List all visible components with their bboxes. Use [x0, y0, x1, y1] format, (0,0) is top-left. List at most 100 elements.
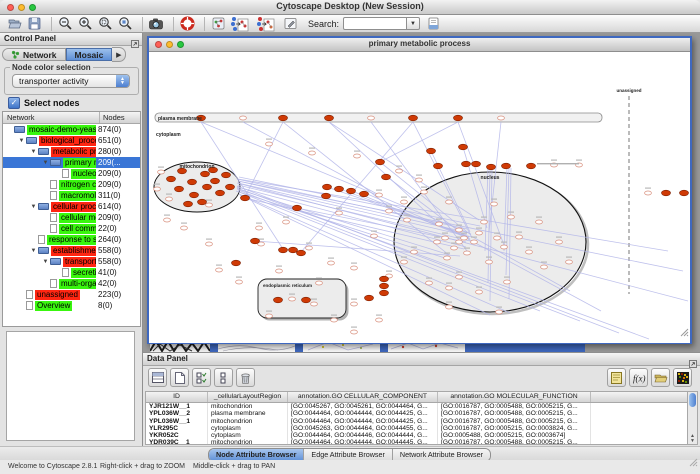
- annotation-edit-icon[interactable]: [282, 16, 298, 32]
- table-cell[interactable]: [GO:0016787, GO:0005488, GO:0005215, G..…: [438, 439, 591, 445]
- table-cell[interactable]: [GO:0016787, GO:0005488, GO:0005215, G..…: [438, 403, 591, 410]
- tab-network[interactable]: Network: [2, 48, 66, 61]
- table-cell[interactable]: YPL036W__2: [146, 410, 208, 417]
- table-cell[interactable]: mitochondrion: [208, 418, 288, 425]
- network-node-colored[interactable]: [335, 186, 344, 192]
- zoom-fit-icon[interactable]: [117, 16, 133, 32]
- network-node[interactable]: [266, 314, 273, 318]
- tree-row-nucleobase-[interactable]: nucleobase-209(0): [3, 168, 140, 179]
- table-cell[interactable]: [GO:0016787, GO:0005215, GO:0003824, G..…: [438, 425, 591, 432]
- table-cell[interactable]: [GO:0044464, GO:0044446, GO:0044444, G..…: [288, 432, 438, 439]
- network-node[interactable]: [442, 236, 449, 240]
- table-cell[interactable]: [GO:0016787, GO:0005488, GO:0005215, G..…: [438, 410, 591, 417]
- network-node-colored[interactable]: [662, 190, 671, 196]
- network-node[interactable]: [508, 215, 515, 219]
- network-node-colored[interactable]: [365, 295, 374, 301]
- network-window-titlebar[interactable]: primary metabolic process: [149, 38, 690, 52]
- network-edge[interactable]: [380, 122, 458, 162]
- network-node[interactable]: [336, 211, 343, 215]
- network-node[interactable]: [154, 187, 161, 191]
- network-node[interactable]: [164, 218, 171, 222]
- network-node[interactable]: [456, 228, 463, 232]
- zoom-out-icon[interactable]: [57, 16, 73, 32]
- network-node[interactable]: [289, 297, 296, 301]
- network-node[interactable]: [158, 170, 165, 174]
- search-index-icon[interactable]: [425, 16, 441, 32]
- tree-row-mosaic-demo-yeast[interactable]: mosaic-demo-yeast874(0): [3, 124, 140, 135]
- cytopanel-icon[interactable]: [210, 16, 226, 32]
- network-node[interactable]: [411, 250, 418, 254]
- network-node-colored[interactable]: [279, 247, 288, 253]
- network-node[interactable]: [464, 251, 471, 255]
- tree-row-multi-organism-pro[interactable]: multi-organism pro42(0): [3, 278, 140, 289]
- network-node-colored[interactable]: [190, 192, 199, 198]
- network-node[interactable]: [476, 290, 483, 294]
- network-node[interactable]: [404, 218, 411, 222]
- delete-attribute-icon[interactable]: [236, 368, 255, 387]
- tree-row-metabolic-process[interactable]: ▼metabolic process280(0): [3, 146, 140, 157]
- network-node-colored[interactable]: [380, 276, 389, 282]
- network-node[interactable]: [181, 226, 188, 230]
- network-node-colored[interactable]: [472, 161, 481, 167]
- network-node[interactable]: [436, 222, 443, 226]
- network-node[interactable]: [256, 226, 263, 230]
- network-edge[interactable]: [329, 122, 439, 224]
- table-cell[interactable]: [GO:0044464, GO:0044444, GO:0044425, G..…: [288, 410, 438, 417]
- table-column-header[interactable]: ID: [146, 392, 208, 402]
- table-cell[interactable]: [GO:0044464, GO:0044444, GO:0044445, G..…: [288, 439, 438, 445]
- search-dropdown-icon[interactable]: ▼: [407, 17, 420, 30]
- network-node-colored[interactable]: [325, 115, 334, 121]
- network-edge[interactable]: [201, 122, 471, 234]
- network-node-colored[interactable]: [347, 188, 356, 194]
- network-node-colored[interactable]: [201, 171, 210, 177]
- table-cell[interactable]: cytoplasm: [208, 432, 288, 439]
- network-node[interactable]: [311, 302, 318, 306]
- network-canvas[interactable]: plasma membrane cytoplasm mitochondrion …: [149, 52, 690, 343]
- notes-icon[interactable]: [607, 368, 626, 387]
- network-node[interactable]: [401, 260, 408, 264]
- table-row[interactable]: YPL036W__1mitochondrion[GO:0044464, GO:0…: [146, 418, 687, 425]
- save-icon[interactable]: [26, 16, 42, 32]
- network-node-colored[interactable]: [232, 260, 241, 266]
- network-node[interactable]: [451, 246, 458, 250]
- table-column-header[interactable]: annotation.GO MOLECULAR_FUNCTION: [438, 392, 591, 402]
- network-node[interactable]: [471, 240, 478, 244]
- tree-expander-icon[interactable]: ▼: [41, 160, 50, 166]
- tree-row-secretion[interactable]: secretion41(0): [3, 267, 140, 278]
- table-cell[interactable]: YLR295C: [146, 425, 208, 432]
- network-node[interactable]: [309, 151, 316, 155]
- table-cell[interactable]: [GO:0016787, GO:0005488, GO:0005215, G..…: [438, 418, 591, 425]
- network-node[interactable]: [516, 235, 523, 239]
- tree-expander-icon[interactable]: ▼: [41, 259, 50, 265]
- network-node[interactable]: [526, 250, 533, 254]
- tree-expander-icon[interactable]: ▼: [29, 204, 38, 210]
- select-attributes-icon[interactable]: [192, 368, 211, 387]
- network-node[interactable]: [371, 234, 378, 238]
- table-column-header[interactable]: _cellularLayoutRegion: [208, 392, 288, 402]
- network-edge[interactable]: [243, 122, 379, 195]
- network-node[interactable]: [276, 269, 283, 273]
- network-node[interactable]: [351, 266, 358, 270]
- network-node[interactable]: [306, 246, 313, 250]
- network-node[interactable]: [240, 116, 247, 120]
- network-node-colored[interactable]: [380, 283, 389, 289]
- network-node-colored[interactable]: [198, 199, 207, 205]
- network-node[interactable]: [416, 178, 423, 182]
- network-node[interactable]: [446, 286, 453, 290]
- network-node-colored[interactable]: [409, 115, 418, 121]
- network-node-colored[interactable]: [184, 201, 193, 207]
- network-node-colored[interactable]: [462, 161, 471, 167]
- network-node-colored[interactable]: [188, 179, 197, 185]
- network-node[interactable]: [461, 236, 468, 240]
- tab-overflow-arrow-icon[interactable]: ▶: [112, 47, 126, 62]
- network-node-colored[interactable]: [274, 297, 283, 303]
- search-input[interactable]: [343, 17, 407, 30]
- network-node[interactable]: [426, 281, 433, 285]
- network-node-colored[interactable]: [297, 250, 306, 256]
- select-nodes-checkbox[interactable]: ✓: [8, 97, 20, 109]
- new-attribute-icon[interactable]: [170, 368, 189, 387]
- function-builder-icon[interactable]: f(x): [629, 368, 648, 387]
- network-node[interactable]: [396, 169, 403, 173]
- network-node[interactable]: [376, 318, 383, 322]
- scrollbar-thumb[interactable]: [689, 393, 696, 407]
